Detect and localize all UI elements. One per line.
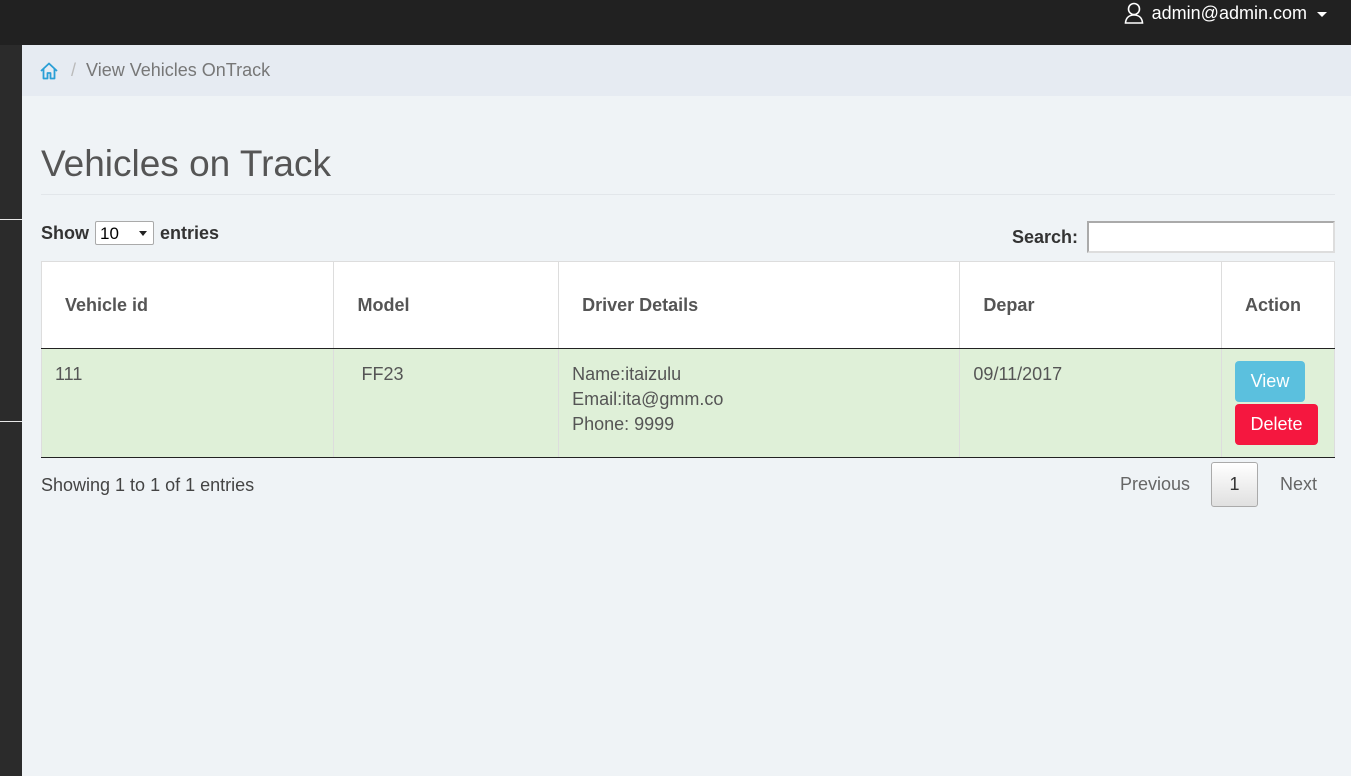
cell-driver-details: Name:itaizulu Email:ita@gmm.co Phone: 99… xyxy=(558,348,961,458)
breadcrumb-separator: / xyxy=(71,60,77,80)
user-icon xyxy=(1124,2,1144,24)
page-length-control: Show 10 entries xyxy=(41,221,219,245)
table-row: 111 FF23 Name:itaizulu Email:ita@gmm.co … xyxy=(40,348,1336,458)
page-button-1[interactable]: 1 xyxy=(1210,462,1258,507)
driver-name: Name:itaizulu xyxy=(572,364,682,384)
column-header-driver-details[interactable]: Driver Details xyxy=(558,261,961,349)
search-input[interactable] xyxy=(1087,221,1335,253)
breadcrumb: / View Vehicles OnTrack xyxy=(22,45,1351,96)
column-header-departure[interactable]: Depar xyxy=(959,261,1222,349)
pagination: Previous 1 Next xyxy=(1120,462,1335,507)
driver-phone: Phone: 9999 xyxy=(572,414,675,434)
sidebar xyxy=(0,45,22,776)
chevron-down-icon xyxy=(1317,11,1327,17)
breadcrumb-current: View Vehicles OnTrack xyxy=(86,60,271,80)
cell-departure: 09/11/2017 xyxy=(959,348,1222,458)
sidebar-divider xyxy=(0,421,22,422)
home-icon[interactable] xyxy=(39,61,59,81)
column-header-vehicle-id[interactable]: Vehicle id xyxy=(40,261,335,349)
show-label: Show xyxy=(41,222,89,243)
page-title: Vehicles on Track xyxy=(41,96,1335,195)
column-header-action[interactable]: Action xyxy=(1220,261,1336,349)
view-button[interactable]: View xyxy=(1234,361,1305,402)
cell-vehicle-id: 111 xyxy=(40,348,335,458)
driver-email: Email:ita@gmm.co xyxy=(572,389,724,409)
sidebar-divider xyxy=(0,219,22,220)
next-button[interactable]: Next xyxy=(1258,474,1335,495)
entries-label: entries xyxy=(160,222,220,243)
page-length-select[interactable]: 10 xyxy=(95,221,154,245)
search-label: Search: xyxy=(1011,226,1078,247)
top-navbar: admin@admin.com xyxy=(0,0,1351,45)
user-menu[interactable]: admin@admin.com xyxy=(1124,2,1327,24)
column-header-model[interactable]: Model xyxy=(333,261,560,349)
delete-button[interactable]: Delete xyxy=(1234,404,1318,445)
cell-action: View Delete xyxy=(1220,348,1336,458)
main-content: Vehicles on Track Show 10 entries Search… xyxy=(40,96,1336,518)
user-email: admin@admin.com xyxy=(1151,2,1307,23)
cell-model: FF23 xyxy=(333,348,560,458)
table-info: Showing 1 to 1 of 1 entries xyxy=(41,475,255,495)
table-controls: Show 10 entries Search: xyxy=(41,195,1335,261)
previous-button[interactable]: Previous xyxy=(1120,474,1211,495)
table-header-row: Vehicle id Model Driver Details Depar Ac… xyxy=(40,261,1336,349)
table-search: Search: xyxy=(1012,221,1335,253)
table-footer: Showing 1 to 1 of 1 entries Previous 1 N… xyxy=(41,458,1335,518)
vehicles-table: Vehicle id Model Driver Details Depar Ac… xyxy=(40,261,1336,458)
